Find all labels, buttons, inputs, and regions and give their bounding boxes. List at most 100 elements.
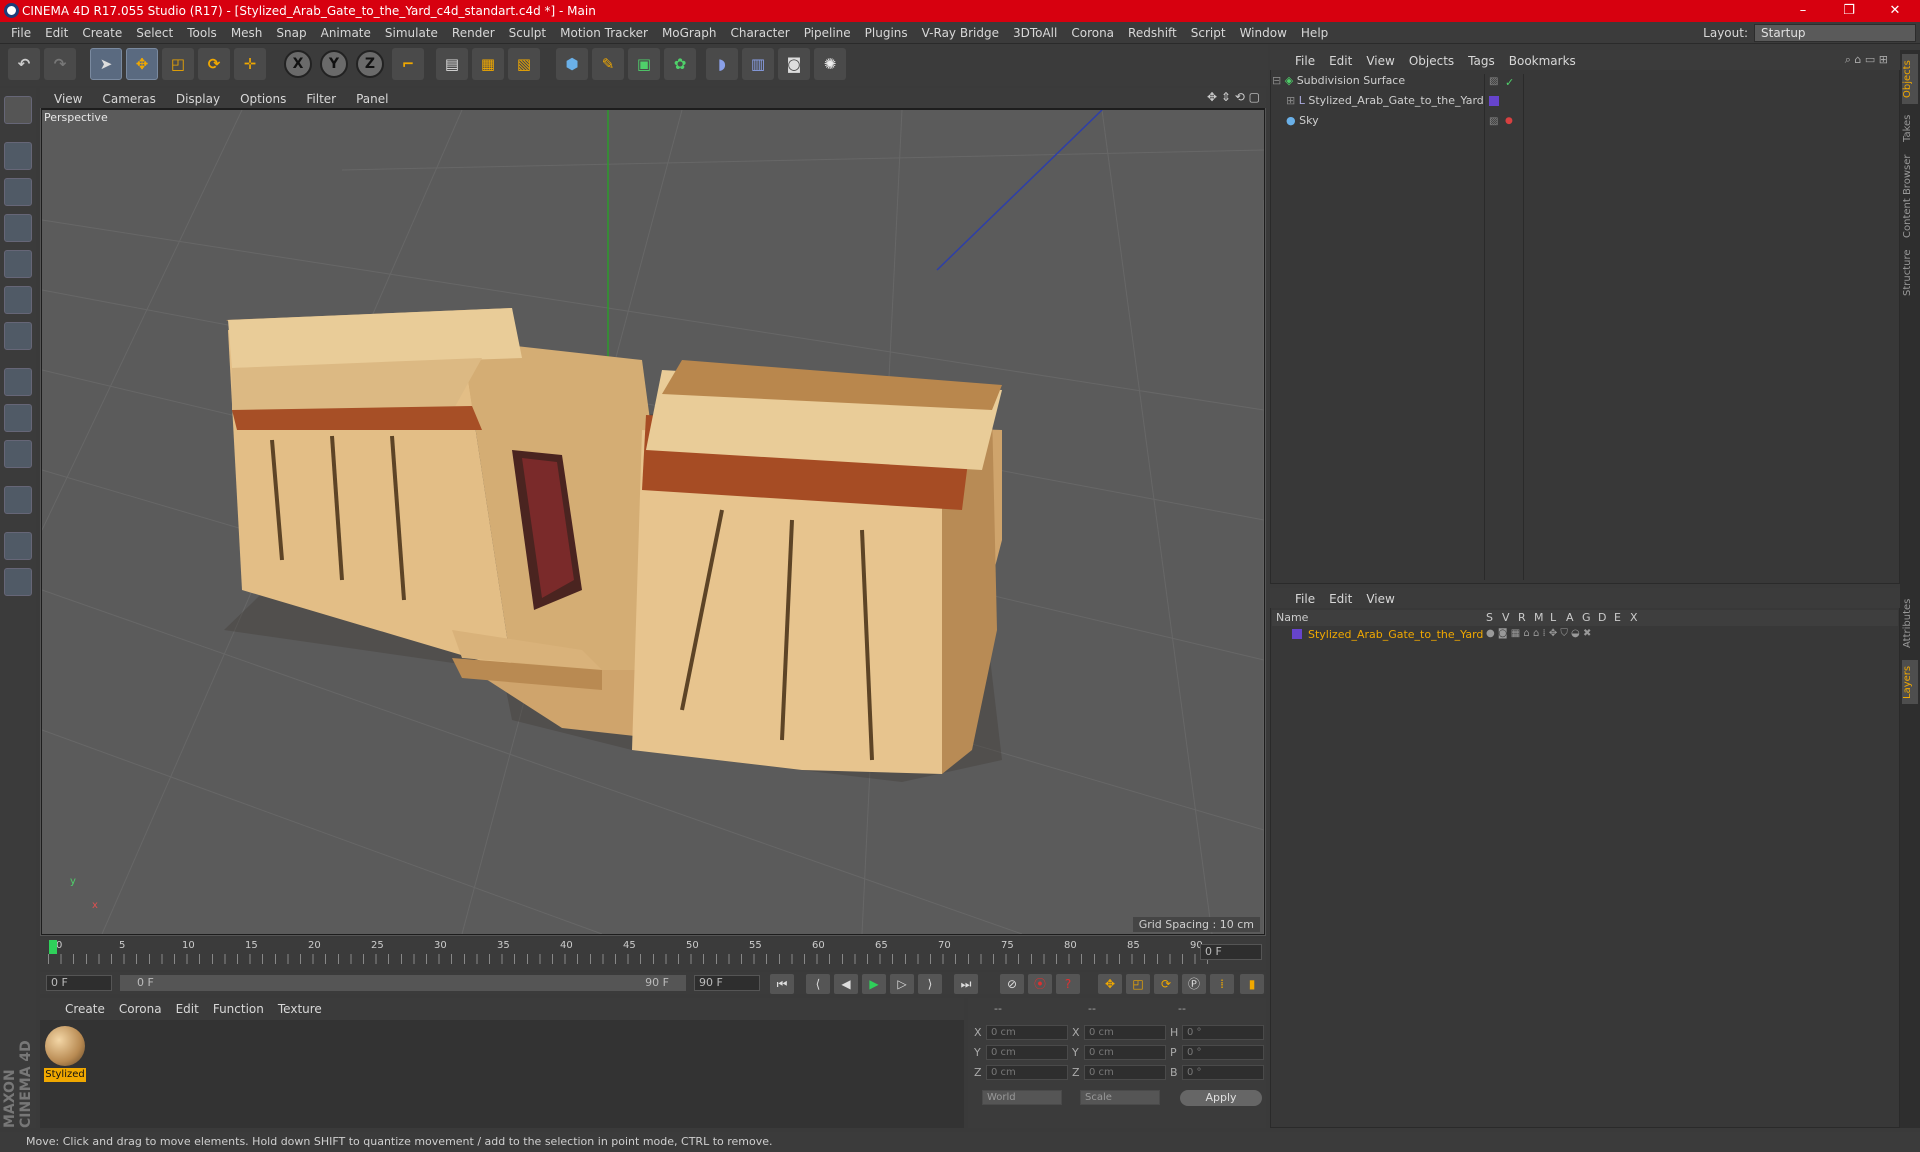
object-menu-edit[interactable]: Edit xyxy=(1322,54,1359,68)
object-row-sky[interactable]: ● Sky xyxy=(1272,114,1484,132)
tweak-mode-icon[interactable] xyxy=(4,404,32,432)
layer-row[interactable]: Stylized_Arab_Gate_to_the_Yard ● ◙ ▦ ⌂ ⌂… xyxy=(1272,626,1898,644)
material-swatch[interactable]: Stylized xyxy=(44,1026,86,1082)
coordinate-system-icon[interactable]: ⌐ xyxy=(392,48,424,80)
current-frame-field[interactable]: 0 F xyxy=(1200,944,1262,960)
next-frame-icon[interactable]: ▷ xyxy=(890,974,914,994)
render-view-icon[interactable]: ▤ xyxy=(436,48,468,80)
timeline-window-icon[interactable]: ▮ xyxy=(1240,974,1264,994)
position-z-field[interactable]: 0 cm xyxy=(986,1065,1068,1080)
make-editable-icon[interactable] xyxy=(4,96,32,124)
menu-3dtoall[interactable]: 3DToAll xyxy=(1006,26,1064,40)
scale-tool-icon[interactable]: ◰ xyxy=(162,48,194,80)
deformer-icon[interactable]: ◗ xyxy=(706,48,738,80)
menu-edit[interactable]: Edit xyxy=(38,26,75,40)
key-point-level-icon[interactable]: ⁞ xyxy=(1210,974,1234,994)
previous-frame-icon[interactable]: ◀ xyxy=(834,974,858,994)
menu-sculpt[interactable]: Sculpt xyxy=(502,26,553,40)
menu-select[interactable]: Select xyxy=(129,26,180,40)
tree-expander-icon[interactable]: ⊟ xyxy=(1272,74,1281,87)
select-arrow-icon[interactable]: ➤ xyxy=(90,48,122,80)
size-y-field[interactable]: 0 cm xyxy=(1084,1045,1166,1060)
menu-plugins[interactable]: Plugins xyxy=(858,26,915,40)
rotation-p-field[interactable]: 0 ° xyxy=(1182,1045,1264,1060)
auto-keying-icon[interactable]: ⦿ xyxy=(1028,974,1052,994)
menu-animate[interactable]: Animate xyxy=(314,26,378,40)
position-x-field[interactable]: 0 cm xyxy=(986,1025,1068,1040)
polygons-mode-icon[interactable] xyxy=(4,322,32,350)
playhead[interactable] xyxy=(49,940,57,954)
layer-menu-file[interactable]: File xyxy=(1288,592,1322,606)
axis-y-lock[interactable]: Y xyxy=(320,50,348,78)
apply-button[interactable]: Apply xyxy=(1180,1090,1262,1106)
go-to-start-icon[interactable]: ⏮ xyxy=(770,974,794,994)
material-menu-corona[interactable]: Corona xyxy=(112,1002,169,1016)
menu-simulate[interactable]: Simulate xyxy=(378,26,445,40)
key-parameter-icon[interactable]: Ⓟ xyxy=(1182,974,1206,994)
menu-create[interactable]: Create xyxy=(75,26,129,40)
undo-icon[interactable]: ↶ xyxy=(8,48,40,80)
tab-takes[interactable]: Takes xyxy=(1902,108,1918,148)
cube-primitive-icon[interactable]: ⬢ xyxy=(556,48,588,80)
menu-mograph[interactable]: MoGraph xyxy=(655,26,724,40)
menu-window[interactable]: Window xyxy=(1233,26,1294,40)
frame-range-slider[interactable]: 0 F 90 F xyxy=(120,975,686,991)
subdivision-generator-icon[interactable]: ▣ xyxy=(628,48,660,80)
solo-mode-icon[interactable] xyxy=(4,440,32,468)
object-menu-file[interactable]: File xyxy=(1288,54,1322,68)
previous-key-icon[interactable]: ⟨ xyxy=(806,974,830,994)
tab-structure[interactable]: Structure xyxy=(1902,246,1918,300)
viewport-menu-options[interactable]: Options xyxy=(230,92,296,106)
menu-character[interactable]: Character xyxy=(723,26,796,40)
menu-redshift[interactable]: Redshift xyxy=(1121,26,1184,40)
menu-motion-tracker[interactable]: Motion Tracker xyxy=(553,26,655,40)
size-z-field[interactable]: 0 cm xyxy=(1084,1065,1166,1080)
size-mode-dropdown[interactable]: Scale xyxy=(1080,1090,1160,1105)
key-position-icon[interactable]: ✥ xyxy=(1098,974,1122,994)
tab-content-browser[interactable]: Content Browser xyxy=(1902,150,1918,242)
object-manager-search-icons[interactable]: ⌕ ⌂ ▭ ⊞ xyxy=(1845,53,1888,67)
visibility-toggle-icon[interactable]: ▨ xyxy=(1489,116,1498,127)
rotation-h-field[interactable]: 0 ° xyxy=(1182,1025,1264,1040)
enable-axis-icon[interactable] xyxy=(4,368,32,396)
layer-flag-icons[interactable]: ● ◙ ▦ ⌂ ⌂ ⁞ ✥ ⛉ ◒ ✖ xyxy=(1486,628,1591,639)
model-mode-icon[interactable] xyxy=(4,142,32,170)
object-menu-view[interactable]: View xyxy=(1359,54,1401,68)
tree-expander-icon[interactable]: ⊞ xyxy=(1286,94,1295,107)
close-button[interactable]: ✕ xyxy=(1872,0,1918,22)
pen-spline-icon[interactable]: ✎ xyxy=(592,48,624,80)
timeline-ruler[interactable]: 0 5 10 15 20 25 30 35 40 45 50 55 60 65 … xyxy=(40,938,1266,970)
texture-mode-icon[interactable] xyxy=(4,178,32,206)
layer-color-swatch[interactable] xyxy=(1292,629,1302,639)
next-key-icon[interactable]: ⟩ xyxy=(918,974,942,994)
recent-tool-icon[interactable]: ✛ xyxy=(234,48,266,80)
object-menu-tags[interactable]: Tags xyxy=(1461,54,1502,68)
object-row-subdivision[interactable]: ⊟ ◈ Subdivision Surface xyxy=(1272,74,1484,92)
coordinate-mode-dropdown[interactable]: World xyxy=(982,1090,1062,1105)
viewport-menu-panel[interactable]: Panel xyxy=(346,92,398,106)
material-menu-create[interactable]: Create xyxy=(58,1002,112,1016)
render-picture-viewer-icon[interactable]: ▦ xyxy=(472,48,504,80)
axis-x-lock[interactable]: X xyxy=(284,50,312,78)
menu-tools[interactable]: Tools xyxy=(180,26,224,40)
layer-menu-view[interactable]: View xyxy=(1359,592,1401,606)
position-y-field[interactable]: 0 cm xyxy=(986,1045,1068,1060)
record-keys-icon[interactable]: ⊘ xyxy=(1000,974,1024,994)
planar-workplane-icon[interactable] xyxy=(4,568,32,596)
key-rotation-icon[interactable]: ⟳ xyxy=(1154,974,1178,994)
points-mode-icon[interactable] xyxy=(4,250,32,278)
render-settings-icon[interactable]: ▧ xyxy=(508,48,540,80)
go-to-end-icon[interactable]: ⏭ xyxy=(954,974,978,994)
redo-icon[interactable]: ↷ xyxy=(44,48,76,80)
axis-z-lock[interactable]: Z xyxy=(356,50,384,78)
object-menu-objects[interactable]: Objects xyxy=(1402,54,1461,68)
light-icon[interactable]: ✺ xyxy=(814,48,846,80)
viewport-menu-filter[interactable]: Filter xyxy=(296,92,346,106)
play-icon[interactable]: ▶ xyxy=(862,974,886,994)
material-manager-area[interactable] xyxy=(40,1020,964,1128)
viewport-menu-view[interactable]: View xyxy=(44,92,92,106)
menu-help[interactable]: Help xyxy=(1294,26,1335,40)
edges-mode-icon[interactable] xyxy=(4,286,32,314)
layer-color-icon[interactable] xyxy=(1489,96,1499,106)
floor-icon[interactable]: ▥ xyxy=(742,48,774,80)
